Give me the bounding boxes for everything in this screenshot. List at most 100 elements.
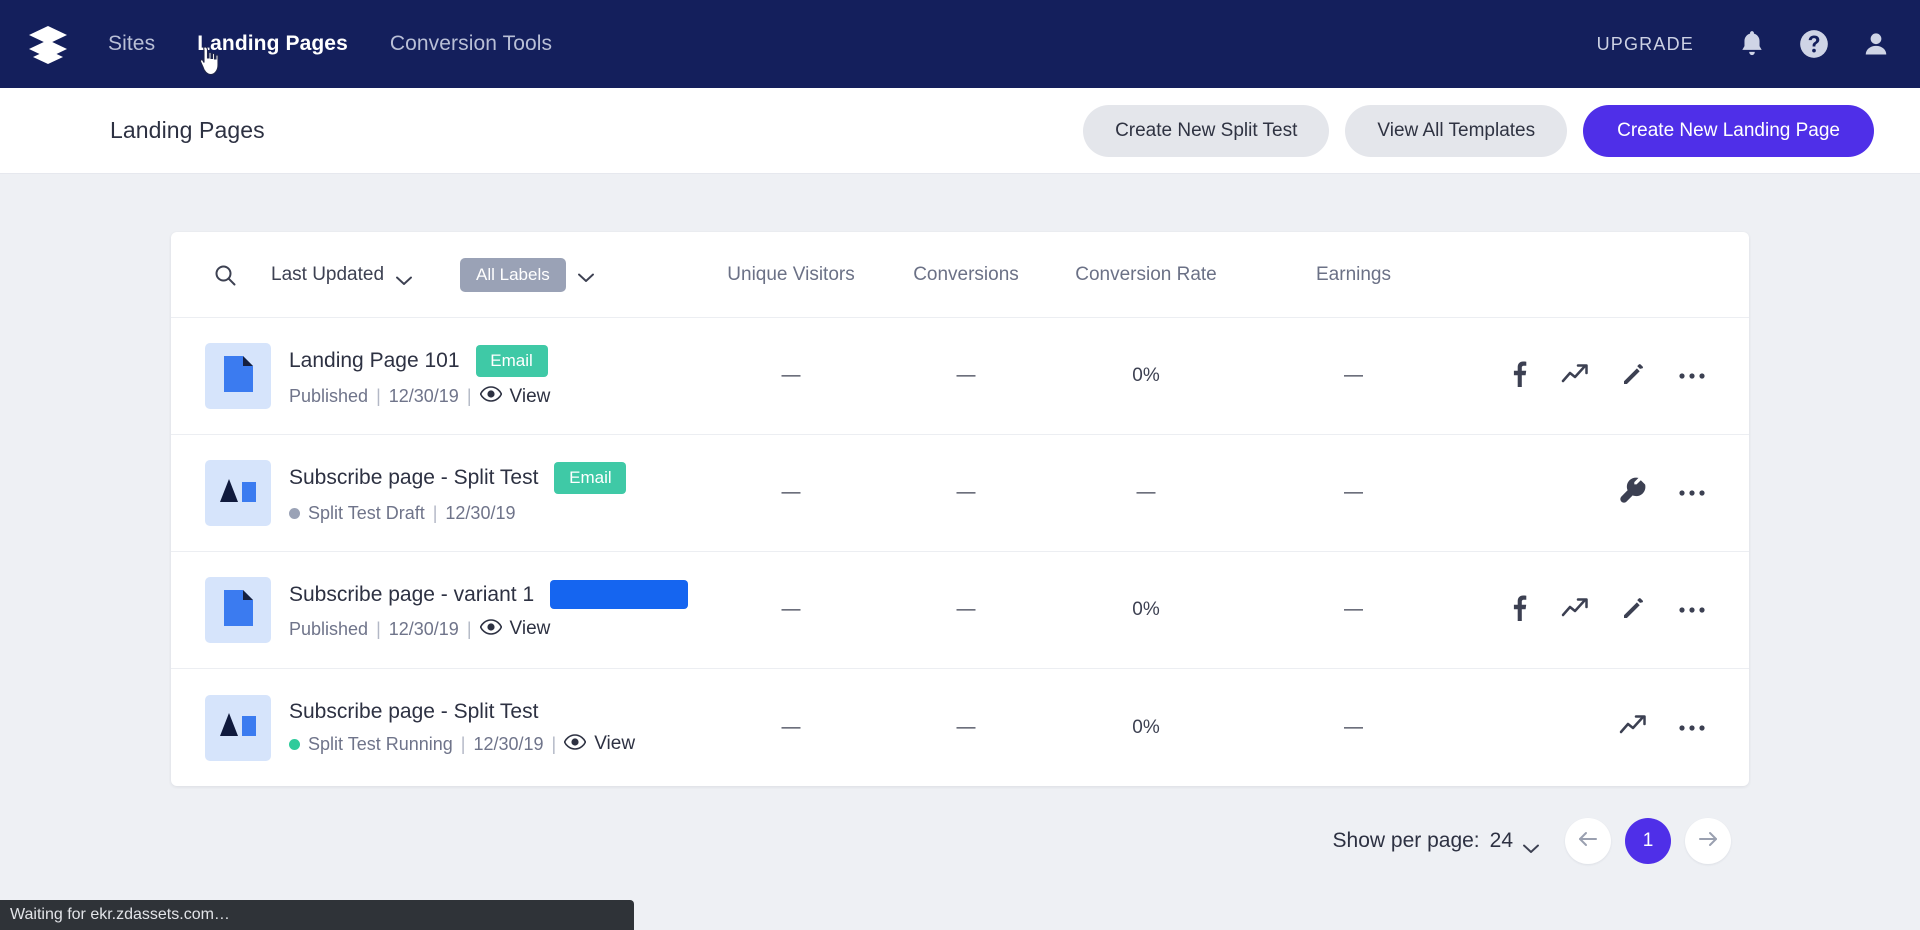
nav-link-landing-pages[interactable]: Landing Pages: [197, 28, 348, 60]
facebook-button[interactable]: [1503, 361, 1533, 391]
row-date: 12/30/19: [445, 503, 516, 523]
upgrade-link[interactable]: UPGRADE: [1597, 34, 1694, 55]
metric-conversions: —: [956, 599, 976, 620]
status-dot-icon: [289, 508, 300, 519]
row-date: 12/30/19: [388, 386, 459, 406]
trending-up-icon: [1561, 362, 1591, 391]
meta-separator: |: [376, 618, 381, 639]
row-info: Subscribe page - variant 1 Published | 12/3…: [289, 580, 689, 640]
trending-up-button[interactable]: [1561, 595, 1591, 625]
facebook-button[interactable]: [1503, 595, 1533, 625]
page-header-bar: Landing Pages Create New Split Test View…: [0, 88, 1920, 174]
row-info: Landing Page 101 Email Published | 12/30/19 |…: [289, 344, 550, 408]
labels-filter-dropdown[interactable]: All Labels: [460, 257, 594, 292]
meta-separator: |: [432, 503, 438, 523]
chevron-down-icon: [1523, 836, 1539, 853]
wrench-button[interactable]: [1619, 477, 1649, 510]
metric-conversion-rate: 0%: [1132, 365, 1160, 386]
pencil-edit-button[interactable]: [1619, 361, 1649, 391]
meta-separator: |: [466, 386, 472, 406]
view-all-templates-button[interactable]: View All Templates: [1345, 104, 1568, 157]
page-document-icon: [221, 354, 255, 399]
table-row[interactable]: Subscribe page - variant 1 Published | 12/3…: [171, 552, 1749, 669]
more-options-button[interactable]: [1677, 713, 1707, 743]
create-new-split-test-button[interactable]: Create New Split Test: [1083, 104, 1330, 157]
view-link-label: View: [509, 385, 551, 407]
row-thumbnail[interactable]: [205, 694, 271, 761]
row-info: Subscribe page - Split Test Email Split Te…: [289, 462, 627, 524]
row-label-badge: [550, 580, 689, 609]
facebook-icon: [1505, 360, 1531, 393]
row-info: Subscribe page - Split Test Split Test Ru…: [289, 700, 635, 755]
next-page-button[interactable]: [1685, 818, 1731, 864]
column-header-conversion-rate: Conversion Rate: [1075, 263, 1217, 285]
row-date: 12/30/19: [473, 733, 544, 754]
row-title-line: Subscribe page - Split Test: [289, 700, 635, 724]
row-thumbnail[interactable]: [205, 460, 271, 526]
bell-icon[interactable]: [1736, 28, 1768, 60]
more-options-icon: [1678, 484, 1706, 502]
more-options-button[interactable]: [1677, 361, 1707, 391]
row-metrics: — — — —: [696, 482, 1461, 504]
stacked-layers-logo[interactable]: [26, 22, 70, 66]
row-meta: Published | 12/30/19 | View: [289, 386, 550, 408]
more-options-button[interactable]: [1677, 595, 1707, 625]
row-status-text: Split Test Running: [308, 733, 453, 754]
show-per-page-dropdown[interactable]: Show per page: 24: [1333, 829, 1539, 853]
list-toolbar: Last Updated All Labels Unique Visitors: [171, 232, 1749, 318]
page-document-icon: [221, 588, 255, 633]
metric-conversions: —: [956, 716, 976, 738]
meta-separator: |: [460, 733, 466, 754]
page-number-1[interactable]: 1: [1625, 818, 1671, 864]
row-title[interactable]: Subscribe page - Split Test: [289, 466, 538, 490]
metric-conversions: —: [956, 482, 976, 503]
column-header-unique-visitors: Unique Visitors: [727, 263, 855, 285]
more-options-button[interactable]: [1677, 478, 1707, 508]
all-labels-pill: All Labels: [460, 257, 566, 292]
landing-pages-list: Landing Page 101 Email Published | 12/30/19 |…: [171, 318, 1749, 786]
metric-earnings: —: [1344, 716, 1363, 738]
row-title[interactable]: Subscribe page - variant 1: [289, 583, 534, 607]
help-circle-icon[interactable]: [1798, 28, 1830, 60]
nav-link-conversion-tools[interactable]: Conversion Tools: [390, 28, 552, 60]
main-content-area: Last Updated All Labels Unique Visitors: [0, 174, 1920, 930]
trending-up-button[interactable]: [1619, 713, 1649, 743]
eye-view-icon: [479, 618, 502, 640]
split-test-icon: [218, 475, 258, 512]
meta-separator: |: [551, 733, 557, 754]
row-status-text: Published: [289, 618, 369, 639]
row-title[interactable]: Landing Page 101: [289, 349, 460, 373]
column-header-earnings: Earnings: [1316, 263, 1391, 285]
metric-earnings: —: [1344, 365, 1363, 386]
trending-up-button[interactable]: [1561, 361, 1591, 391]
pencil-edit-button[interactable]: [1619, 595, 1649, 625]
user-account-icon[interactable]: [1860, 28, 1892, 60]
sort-by-dropdown[interactable]: Last Updated: [271, 264, 412, 286]
table-row[interactable]: Subscribe page - Split Test Split Test Ru…: [171, 669, 1749, 786]
view-page-link[interactable]: View: [479, 385, 551, 408]
row-actions: [1461, 713, 1723, 743]
search-icon[interactable]: [205, 255, 245, 295]
browser-status-text: Waiting for ekr.zdassets.com…: [10, 906, 230, 923]
arrow-right-icon: [1697, 830, 1719, 853]
view-page-link[interactable]: View: [563, 733, 635, 755]
chevron-down-icon: [577, 270, 594, 282]
row-title[interactable]: Subscribe page - Split Test: [289, 700, 538, 724]
row-metrics: — — 0% —: [696, 599, 1461, 621]
metric-conversion-rate: 0%: [1132, 599, 1160, 620]
table-row[interactable]: Subscribe page - Split Test Email Split Te…: [171, 435, 1749, 552]
metric-conversion-rate: 0%: [1132, 716, 1160, 738]
row-thumbnail[interactable]: [205, 343, 271, 409]
more-options-icon: [1678, 719, 1706, 737]
view-page-link[interactable]: View: [479, 618, 550, 640]
metric-earnings: —: [1344, 599, 1363, 620]
create-new-landing-page-button[interactable]: Create New Landing Page: [1583, 104, 1874, 157]
nav-link-sites[interactable]: Sites: [108, 28, 155, 60]
more-options-icon: [1678, 601, 1706, 619]
row-thumbnail[interactable]: [205, 577, 271, 643]
more-options-icon: [1678, 367, 1706, 385]
meta-separator: |: [376, 386, 381, 406]
table-row[interactable]: Landing Page 101 Email Published | 12/30/19 |…: [171, 318, 1749, 435]
wrench-icon: [1620, 477, 1648, 510]
previous-page-button[interactable]: [1565, 818, 1611, 864]
